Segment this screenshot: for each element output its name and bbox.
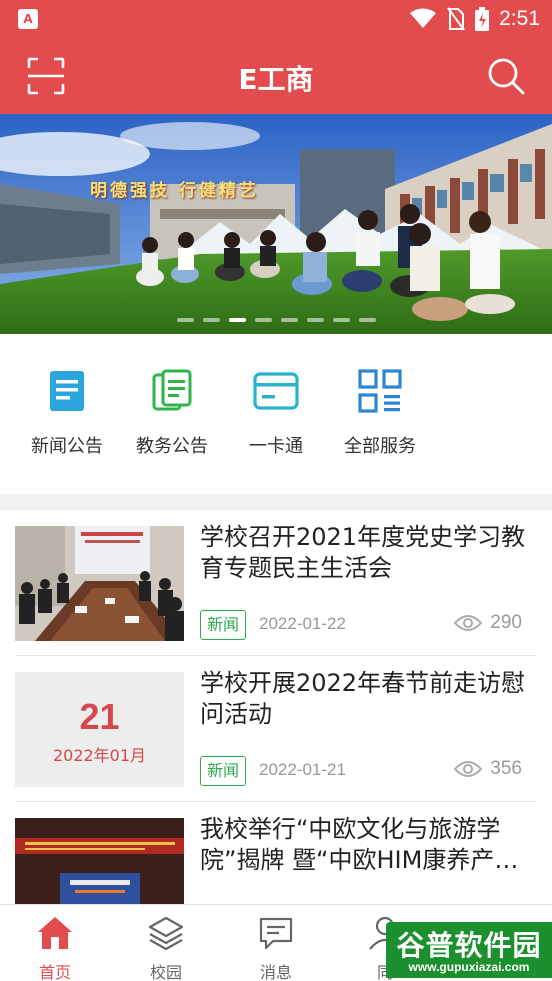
app-bar: E工商 [0, 38, 552, 114]
news-tag: 新闻 [200, 610, 247, 640]
news-doc-icon [50, 371, 84, 411]
news-title[interactable]: 学校开展2022年春节前走访慰问活动 [200, 668, 530, 730]
watermark: 谷普软件园 www.gupuxiazai.com [386, 922, 552, 978]
home-icon [38, 917, 72, 949]
academic-docs-icon [152, 369, 192, 411]
banner-image [0, 114, 552, 334]
news-date: 2022-01-21 [259, 760, 346, 779]
tab-label: 消息 [259, 963, 292, 981]
quick-nav-label: 教务公告 [136, 436, 208, 457]
battery-charging-icon [475, 7, 490, 31]
news-view-count: 290 [490, 612, 522, 633]
grid-services-icon [358, 369, 402, 413]
news-date: 2022-01-22 [259, 614, 346, 633]
no-sim-icon [447, 7, 465, 31]
news-views: 290 [454, 612, 522, 634]
quick-nav-news[interactable]: 新闻公告 [7, 368, 127, 458]
tab-label: 首页 [38, 963, 71, 981]
message-icon [259, 917, 293, 950]
quick-nav: 新闻公告 教务公告 一卡通 全部服务 [0, 334, 552, 494]
carousel-dot [176, 318, 194, 322]
news-list: 学校召开2021年度党史学习教育专题民主生活会 新闻 2022-01-22 29… [0, 510, 552, 904]
carousel-indicator [0, 318, 552, 322]
carousel-dot [358, 318, 376, 322]
tab-campus[interactable]: 校园 [126, 915, 206, 981]
layers-icon [148, 916, 184, 951]
thumb-day: 21 [79, 696, 120, 737]
carousel-dot-active [228, 318, 246, 322]
search-icon[interactable] [486, 56, 526, 96]
news-view-count: 356 [490, 758, 522, 779]
tab-label: 校园 [149, 963, 182, 981]
quick-nav-label: 新闻公告 [31, 436, 103, 457]
news-date-thumbnail: 21 2022年01月 [15, 672, 184, 787]
clock: 2:51 [499, 7, 540, 30]
news-thumbnail [15, 526, 184, 641]
watermark-url: www.gupuxiazai.com [408, 960, 530, 974]
eye-icon [454, 761, 483, 777]
quick-nav-all-services[interactable]: 全部服务 [320, 368, 440, 458]
news-tag: 新闻 [200, 756, 247, 786]
news-item[interactable]: 我校举行“中欧文化与旅游学院”揭牌 暨“中欧HIM康养产… [0, 802, 552, 904]
carousel-dot [254, 318, 272, 322]
carousel-dot [202, 318, 220, 322]
news-views: 356 [454, 758, 522, 780]
tab-home[interactable]: 首页 [15, 915, 95, 981]
tab-messages[interactable]: 消息 [236, 915, 316, 981]
card-icon [253, 372, 299, 410]
watermark-title: 谷普软件园 [396, 929, 542, 962]
news-item[interactable]: 学校召开2021年度党史学习教育专题民主生活会 新闻 2022-01-22 29… [0, 510, 552, 656]
news-title[interactable]: 学校召开2021年度党史学习教育专题民主生活会 [200, 522, 530, 584]
quick-nav-label: 全部服务 [344, 436, 416, 457]
app-title: E工商 [238, 63, 314, 96]
app-notification-icon: A [18, 9, 38, 29]
quick-nav-card[interactable]: 一卡通 [216, 368, 336, 458]
banner-carousel[interactable]: 明德强技 行健精艺 [0, 114, 552, 334]
quick-nav-academic[interactable]: 教务公告 [112, 368, 232, 458]
thumb-month: 2022年01月 [52, 746, 147, 765]
news-title[interactable]: 我校举行“中欧文化与旅游学院”揭牌 暨“中欧HIM康养产… [200, 814, 530, 876]
news-item[interactable]: 21 2022年01月 学校开展2022年春节前走访慰问活动 新闻 2022-0… [0, 656, 552, 802]
status-icons: 2:51 [409, 6, 540, 32]
carousel-dot [280, 318, 298, 322]
banner-slogan: 明德强技 行健精艺 [90, 181, 259, 201]
carousel-dot [332, 318, 350, 322]
eye-icon [454, 615, 483, 631]
wifi-icon [410, 8, 437, 28]
quick-nav-label: 一卡通 [249, 436, 303, 457]
news-thumbnail [15, 818, 184, 904]
status-bar: A 2:51 [0, 0, 552, 38]
carousel-dot [306, 318, 324, 322]
